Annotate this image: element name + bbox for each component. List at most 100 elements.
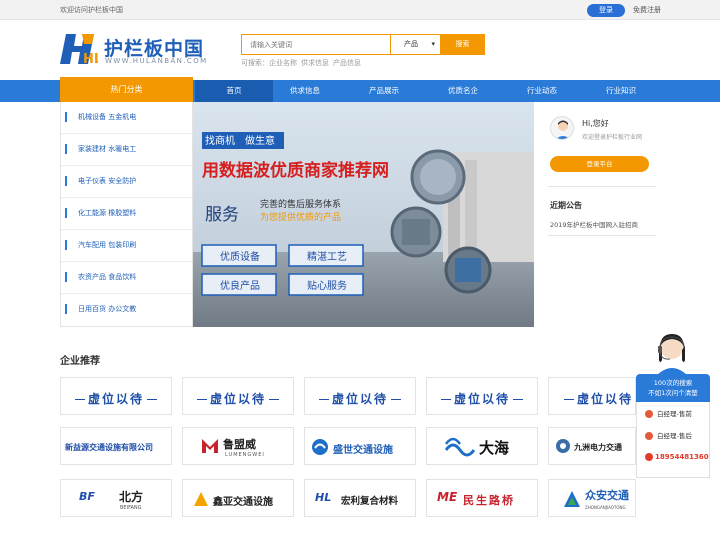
cs-agent-presale[interactable]: 白经理-售前 [645,408,692,418]
banner-line2: 为您提供优质的产品 [260,211,341,223]
logo-mark-icon: HL [60,34,98,67]
logo-url: WWW.HULANBAN.COM [105,57,208,65]
customer-service-widget: 100次的搜索 不如1次问个清楚 白经理-售前 白经理-售后 189544813… [636,330,710,478]
company-card-placeholder[interactable]: 虚位以待 [548,377,636,415]
category-sidebar: 机械设备 五金机电 家装建材 水暖电工 电子仪表 安全防护 化工能源 橡胶塑料 … [60,102,193,327]
company-card[interactable]: 鑫亚交通设施 [182,479,294,517]
cs-agent-label: 白经理-售前 [657,410,692,418]
company-card[interactable]: HL 宏利复合材料 [304,479,416,517]
divider [548,186,656,187]
login-platform-button[interactable]: 登录平台 [550,156,649,172]
company-card-placeholder[interactable]: 虚位以待 [182,377,294,415]
cs-slogan-1: 100次的搜索 [653,379,693,387]
nav-item-products[interactable]: 产品展示 [345,80,423,102]
company-card[interactable]: 众安交通 ZHONGANJIAOTONG [548,479,636,517]
company-name: 众安交通 [585,489,629,502]
cs-agent-aftersale[interactable]: 白经理-售后 [645,430,692,440]
company-name: 大海 [479,439,510,457]
nav-item-home[interactable]: 首页 [195,80,273,102]
sidebar-item[interactable]: 汽车配用 包装印刷 [61,230,192,262]
search-input[interactable] [242,35,390,54]
company-card[interactable]: 盛世交通设施 [304,427,416,465]
nav-item-companies[interactable]: 优质名企 [424,80,502,102]
sidebar-item-label: 汽车配用 包装印刷 [78,241,137,249]
company-card[interactable]: 鲁盟威 LUMENGWEI [182,427,294,465]
hint-label: 可搜索： [241,59,269,67]
search-button[interactable]: 搜索 [440,34,485,55]
banner-tag2: 做生意 [245,134,275,147]
dahai-logo-icon [445,437,475,457]
phone-icon [645,453,653,461]
welcome-text: 欢迎访问护栏板中国 [60,6,123,14]
nav-item-news[interactable]: 行业动态 [503,80,581,102]
bullet-bar [65,144,67,154]
banner-service: 服务 [205,205,239,225]
sidebar-item[interactable]: 家装建材 水暖电工 [61,134,192,166]
hint-link[interactable]: 供求信息 [301,59,329,67]
main-nav: 热门分类 首页 供求信息 产品展示 优质名企 行业动态 行业知识 [0,77,720,102]
announcement-item[interactable]: 2019年护栏板中国网入驻招商 [550,219,638,229]
sidebar-item[interactable]: 机械设备 五金机电 [61,102,192,134]
company-name: 新益源交通设施有限公司 [65,443,153,452]
lumengwei-logo-icon [202,439,218,453]
banner-tag1: 找商机 [205,134,235,147]
bullet-bar [65,208,67,218]
nav-item-supply[interactable]: 供求信息 [266,80,344,102]
chat-icon [645,432,653,440]
hint-link[interactable]: 企业名称 [269,59,297,67]
company-card[interactable]: ME 民生路桥 [426,479,538,517]
company-name: 北方 [119,490,144,504]
banner-button: 优质设备 [220,250,260,263]
search-box: 产品 ▾ 搜索 [241,34,485,55]
sidebar-item-label: 农资产品 食品饮料 [78,273,137,281]
zhongan-logo-icon [564,491,580,507]
jiuzhou-logo-icon [556,439,570,453]
sidebar-item-label: 机械设备 五金机电 [78,113,137,121]
company-card[interactable]: 大海 [426,427,538,465]
nav-item-knowledge[interactable]: 行业知识 [582,80,660,102]
avatar [550,116,574,140]
site-logo[interactable]: HL 护栏板中国 WWW.HULANBAN.COM [60,30,220,70]
company-name-en: ZHONGANJIAOTONG [585,505,626,510]
company-name: 九洲电力交通 [574,443,622,452]
user-icon [556,120,570,139]
company-card[interactable]: 九洲电力交通 [548,427,636,465]
logo-mark-letter: HL [83,52,98,67]
sidebar-item-label: 家装建材 水暖电工 [78,145,137,153]
login-button[interactable]: 登录 [587,4,625,17]
chevron-down-icon: ▾ [431,40,435,48]
register-link[interactable]: 免费注册 [633,5,661,15]
bullet-bar [65,112,67,122]
company-logo-text: HL [315,491,332,504]
company-card-placeholder[interactable]: 虚位以待 [60,377,172,415]
hint-link[interactable]: 产品信息 [333,59,361,67]
search-type-value: 产品 [404,40,418,48]
placeholder-text: 虚位以待 [305,390,415,407]
placeholder-text: 虚位以待 [427,390,537,407]
top-bar: 欢迎访问护栏板中国 登录 免费注册 [0,0,720,20]
cs-contact-list: 白经理-售前 白经理-售后 18954481360 [636,402,710,478]
company-name: 盛世交通设施 [333,445,393,456]
sidebar-item[interactable]: 日用百货 办公文教 [61,294,192,326]
sidebar-item[interactable]: 电子仪表 安全防护 [61,166,192,198]
announcement-title: 近期公告 [550,201,582,210]
cs-phone-number: 18954481360 [655,453,709,461]
banner-graphic: 找商机 做生意 用数据波优质商家推荐网 服务 完善的售后服务体系 为您提供优质的… [193,102,534,327]
company-card[interactable]: 新益源交通设施有限公司 [60,427,172,465]
sidebar-item[interactable]: 农资产品 食品饮料 [61,262,192,294]
cs-phone[interactable]: 18954481360 [645,453,709,461]
search-type-select[interactable]: 产品 ▾ [390,35,440,54]
sidebar-item[interactable]: 化工能源 橡胶塑料 [61,198,192,230]
sidebar-item-label: 日用百货 办公文教 [78,305,137,313]
banner-button: 精湛工艺 [307,250,347,263]
company-card-placeholder[interactable]: 虚位以待 [304,377,416,415]
category-header[interactable]: 热门分类 [60,77,193,102]
hero-banner[interactable]: 找商机 做生意 用数据波优质商家推荐网 服务 完善的售后服务体系 为您提供优质的… [193,102,534,327]
banner-headline: 用数据波优质商家推荐网 [202,160,389,181]
bullet-bar [65,304,67,314]
company-card-placeholder[interactable]: 虚位以待 [426,377,538,415]
greeting: Hi,您好 [582,119,609,128]
user-panel: Hi,您好 欢迎登录护栏板行业网 登录平台 近期公告 2019年护栏板中国网入驻… [548,110,658,330]
search-hints: 可搜索：企业名称 供求信息 产品信息 [241,58,365,68]
company-card[interactable]: BF 北方 BEIFANG [60,479,172,517]
